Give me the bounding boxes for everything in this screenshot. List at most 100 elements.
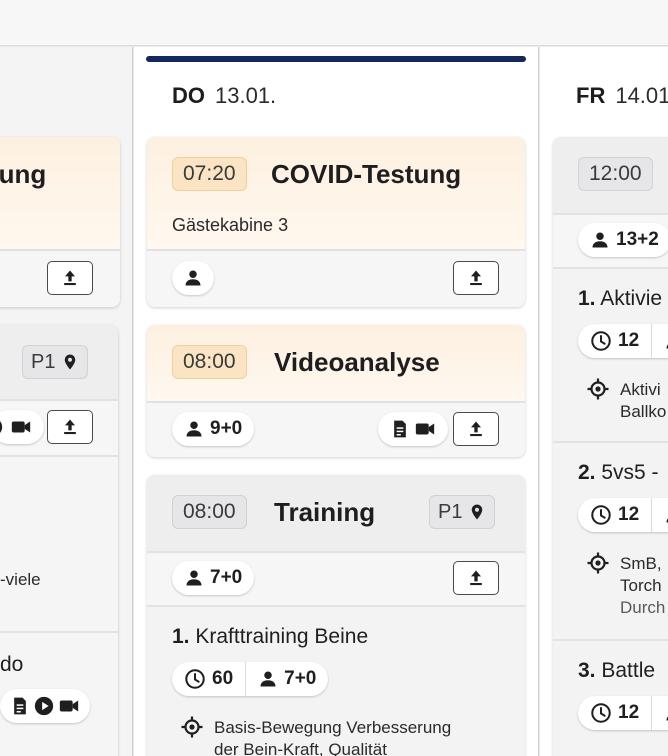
upload-button[interactable]: [453, 561, 499, 595]
exercise-participants: 7+0: [284, 668, 317, 689]
exercise-name: 5vs5 -: [601, 461, 659, 484]
today-indicator-bar: [146, 56, 526, 62]
exercise-number: 1.: [578, 287, 596, 310]
media-pill[interactable]: [0, 689, 90, 723]
upload-icon: [466, 568, 486, 588]
exercise-goal-line-3: Durch: [620, 598, 666, 617]
participants-pill[interactable]: [172, 261, 214, 295]
event-card-videoanalyse[interactable]: 08:00 Videoanalyse 9+0: [147, 325, 525, 457]
exercise-title: 2. 5vs5 -: [578, 461, 659, 485]
person-icon: [664, 703, 668, 723]
participants-pill[interactable]: 9+0: [172, 412, 255, 446]
day-column-thursday: DO 13.01. 07:20 COVID-Testung Gästekabine…: [134, 47, 539, 756]
exercise-stats-pill: 12: [578, 696, 668, 730]
event-location-text: Gästekabine 3: [172, 215, 289, 235]
exercise-goal-line-2: Torch: [620, 576, 662, 595]
upload-icon: [60, 417, 80, 437]
exercise-stats-pill: 12: [578, 324, 668, 358]
document-icon: [390, 419, 410, 439]
clock-icon: [184, 668, 206, 690]
camera-icon: [58, 695, 80, 717]
exercise-number: 1.: [172, 625, 190, 648]
participants-pill[interactable]: 7+0: [172, 561, 255, 595]
exercise-item[interactable]: 2. 5vs5 - 12 SmB, Torch Durch: [553, 441, 668, 639]
target-icon: [586, 551, 610, 575]
exercise-number: 2.: [578, 461, 596, 484]
location-label: P1: [438, 500, 463, 523]
exercise-item[interactable]: 1. Krafttraining Beine 60 7+0 Basis-Bewe…: [147, 605, 525, 756]
exercise-title: 1. Aktivie: [578, 287, 662, 311]
event-time: 12:00: [578, 157, 653, 191]
target-icon: [586, 377, 610, 401]
event-time: 07:20: [172, 157, 247, 191]
upload-icon: [466, 268, 486, 288]
exercise-goal-line-1: Aktivi: [620, 380, 661, 399]
person-icon: [664, 331, 668, 351]
exercise-title: do: [0, 653, 24, 676]
exercise-item[interactable]: 1. Aktivie 12 Aktivi Ballko: [553, 267, 668, 441]
event-card-covid-testung[interactable]: 07:20 COVID-Testung Gästekabine 3: [147, 137, 525, 307]
event-card-training[interactable]: 08:00 Training P1 7+0 1. Krafttraining B…: [147, 475, 525, 756]
exercise-name: Aktivie: [600, 287, 663, 310]
exercise-title: 3. Battle: [578, 659, 655, 683]
event-card-friday[interactable]: 12:00 13+2 1. Aktivie 12 Aktivi Ballko 2…: [553, 137, 668, 756]
event-title: Training: [274, 497, 376, 527]
day-date: 13.01.: [215, 83, 277, 108]
event-time: 08:00: [172, 495, 247, 529]
exercise-goal-text: -viele: [0, 570, 41, 589]
upload-icon: [466, 419, 486, 439]
person-icon: [590, 230, 610, 250]
exercise-stats-pill: 60 7+0: [172, 662, 329, 696]
day-of-week: DO: [172, 83, 205, 108]
exercise-duration: 12: [618, 330, 640, 351]
play-icon: [33, 695, 55, 717]
upload-button[interactable]: [47, 261, 93, 295]
document-icon: [10, 696, 30, 716]
media-pill[interactable]: [0, 410, 44, 444]
upload-button[interactable]: [47, 410, 93, 444]
camera-icon: [414, 418, 436, 440]
person-icon: [258, 669, 278, 689]
participants-count: 13+2: [616, 229, 659, 250]
event-title: tung: [0, 159, 47, 189]
upload-button[interactable]: [453, 261, 499, 295]
exercise-goal-line-1: SmB,: [620, 554, 662, 573]
day-header: FR 14.01.: [576, 83, 668, 109]
exercise-goal-line-2: der Bein-Kraft, Qualität: [214, 740, 387, 756]
day-date: 14.01.: [615, 83, 668, 108]
clock-icon: [590, 504, 612, 526]
event-title: Videoanalyse: [274, 347, 440, 377]
target-icon: [180, 715, 204, 739]
exercise-name: Battle: [601, 659, 656, 682]
event-time: 08:00: [172, 345, 247, 379]
clock-icon: [590, 330, 612, 352]
upload-icon: [60, 268, 80, 288]
pin-icon: [61, 352, 79, 372]
exercise-goal-line-2: Ballko: [620, 402, 667, 421]
person-icon: [184, 568, 204, 588]
top-bar: [0, 0, 668, 46]
media-pill[interactable]: [378, 412, 448, 446]
event-card-training-wed[interactable]: P1 -viele do: [0, 325, 118, 756]
participants-count: 9+0: [210, 418, 243, 439]
event-card-covid-wed[interactable]: tung: [0, 137, 120, 307]
person-icon: [664, 505, 668, 525]
upload-button[interactable]: [453, 412, 499, 446]
day-of-week: FR: [576, 83, 606, 108]
play-icon: [0, 416, 4, 438]
person-icon: [183, 268, 203, 288]
camera-icon: [10, 416, 32, 438]
exercise-item[interactable]: 3. Battle 12: [553, 639, 668, 756]
event-title: COVID-Testung: [271, 159, 462, 189]
location-badge[interactable]: P1: [22, 345, 89, 379]
exercise-name: Krafttraining Beine: [195, 625, 369, 648]
person-icon: [184, 419, 204, 439]
exercise-goal-line-1: Basis-Bewegung Verbesserung: [214, 718, 452, 737]
day-column-wednesday: tung P1 -viele do: [0, 47, 133, 756]
participants-count: 7+0: [210, 567, 243, 588]
location-badge[interactable]: P1: [429, 495, 496, 529]
participants-pill[interactable]: 13+2: [578, 223, 668, 257]
exercise-title: 1. Krafttraining Beine: [172, 625, 368, 649]
exercise-stats-pill: 12: [578, 498, 668, 532]
exercise-duration: 60: [212, 668, 234, 689]
